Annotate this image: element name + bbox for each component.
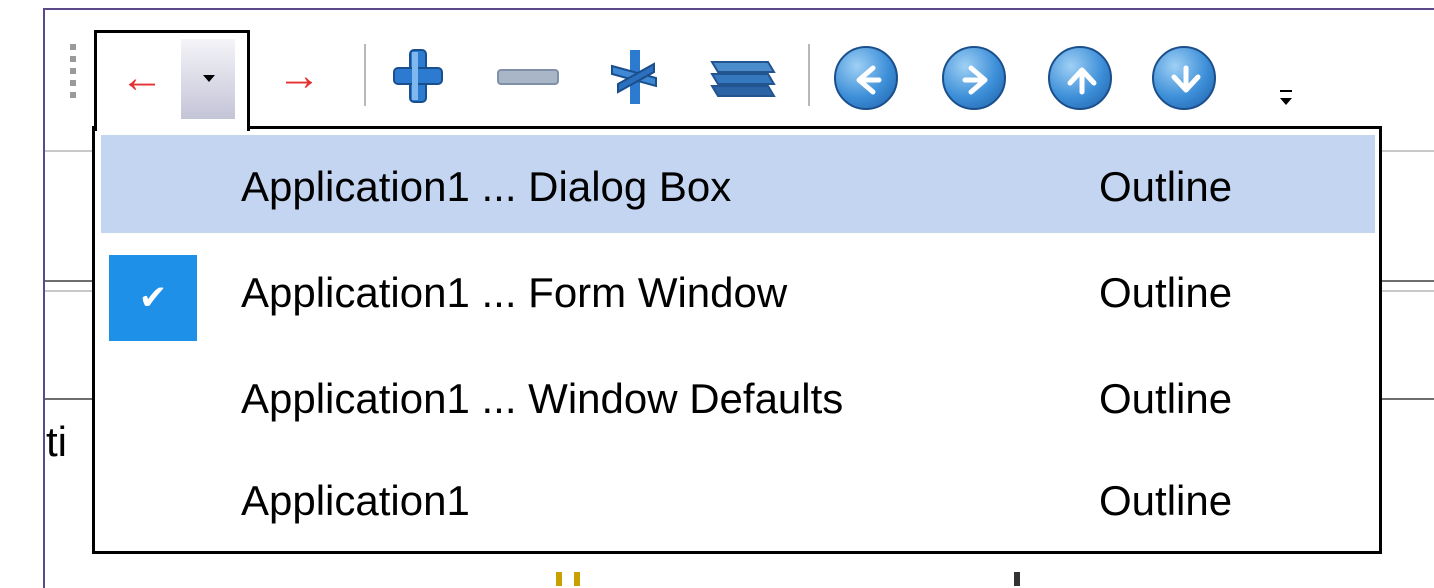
background-label: ti <box>46 418 67 465</box>
menu-item-form-window[interactable]: ✔ Application1 ... Form Window Outline <box>101 241 1375 341</box>
menu-item-shortcut: Outline <box>1099 269 1233 316</box>
menu-item-label: Application1 <box>241 477 470 524</box>
menu-item-shortcut: Outline <box>1099 375 1233 422</box>
back-arrow-icon[interactable]: ← <box>103 39 181 117</box>
menu-item-dialog-box[interactable]: Application1 ... Dialog Box Outline <box>101 135 1375 233</box>
menu-item-label: Application1 ... Form Window <box>241 269 788 316</box>
right-circle-icon[interactable] <box>942 46 1006 110</box>
up-circle-icon[interactable] <box>1048 46 1112 110</box>
left-circle-icon[interactable] <box>834 46 898 110</box>
menu-item-label: Application1 ... Dialog Box <box>241 163 732 210</box>
background-mark <box>556 572 562 586</box>
menu-item-label: Application1 ... Window Defaults <box>241 375 844 422</box>
grip-icon[interactable] <box>70 44 76 108</box>
toolbar-separator <box>364 44 366 106</box>
menu-item-shortcut: Outline <box>1099 163 1233 210</box>
layers-icon[interactable] <box>708 44 778 108</box>
remove-icon[interactable] <box>496 44 560 108</box>
toolbar-separator <box>808 44 810 106</box>
menu-item-shortcut: Outline <box>1099 477 1233 524</box>
history-dropdown-button[interactable] <box>181 39 235 119</box>
menu-item-application1[interactable]: Application1 Outline <box>101 449 1375 547</box>
dropdown-arrow-icon <box>203 75 215 82</box>
pin-icon[interactable] <box>604 44 664 108</box>
back-split-button: ← <box>94 30 250 131</box>
background-mark <box>1014 572 1020 586</box>
overflow-chevron-icon[interactable] <box>1278 84 1294 114</box>
forward-arrow-icon[interactable]: → <box>274 44 324 108</box>
down-circle-icon[interactable] <box>1152 46 1216 110</box>
check-icon: ✔ <box>109 255 197 341</box>
toolbar: ← → <box>56 26 1318 131</box>
history-dropdown-menu: Application1 ... Dialog Box Outline ✔ Ap… <box>92 126 1382 554</box>
menu-item-window-defaults[interactable]: Application1 ... Window Defaults Outline <box>101 347 1375 445</box>
add-icon[interactable] <box>390 44 446 108</box>
background-mark <box>574 572 580 586</box>
